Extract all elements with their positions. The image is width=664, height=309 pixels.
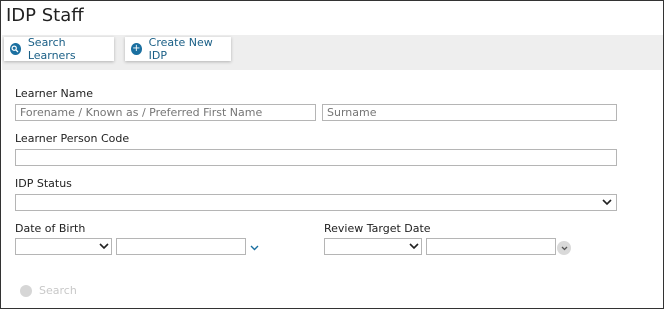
chevron-down-icon xyxy=(99,243,109,251)
search-button-label: Search xyxy=(39,284,77,297)
search-button[interactable]: Search xyxy=(20,284,77,297)
chevron-down-icon xyxy=(409,243,419,251)
review-date-input[interactable] xyxy=(426,238,556,255)
chevron-down-icon xyxy=(602,199,612,207)
dob-date-input[interactable] xyxy=(116,238,246,255)
person-code-input[interactable] xyxy=(15,149,617,166)
idp-status-label: IDP Status xyxy=(15,177,72,190)
person-code-label: Learner Person Code xyxy=(15,132,130,145)
forename-input[interactable] xyxy=(15,104,316,121)
idp-status-select[interactable] xyxy=(15,194,617,211)
search-learners-label: Search Learners xyxy=(27,36,76,62)
surname-input[interactable] xyxy=(322,104,617,121)
window-frame: IDP Staff Search Learners + Create New I… xyxy=(0,0,664,309)
search-learners-button[interactable]: Search Learners xyxy=(4,36,114,62)
page-title: IDP Staff xyxy=(6,5,84,26)
create-new-idp-button[interactable]: + Create New IDP xyxy=(125,36,231,62)
review-operator-select[interactable] xyxy=(324,238,422,255)
search-icon xyxy=(10,43,21,55)
learner-name-label: Learner Name xyxy=(15,87,93,100)
create-new-idp-label: Create New IDP xyxy=(148,36,213,62)
user-icon xyxy=(20,284,32,297)
calendar-chevron-icon[interactable] xyxy=(557,241,571,255)
dob-operator-select[interactable] xyxy=(15,238,112,255)
calendar-chevron-icon[interactable] xyxy=(250,245,259,253)
dob-label: Date of Birth xyxy=(15,222,86,235)
review-target-label: Review Target Date xyxy=(324,222,431,235)
plus-icon: + xyxy=(131,43,142,55)
